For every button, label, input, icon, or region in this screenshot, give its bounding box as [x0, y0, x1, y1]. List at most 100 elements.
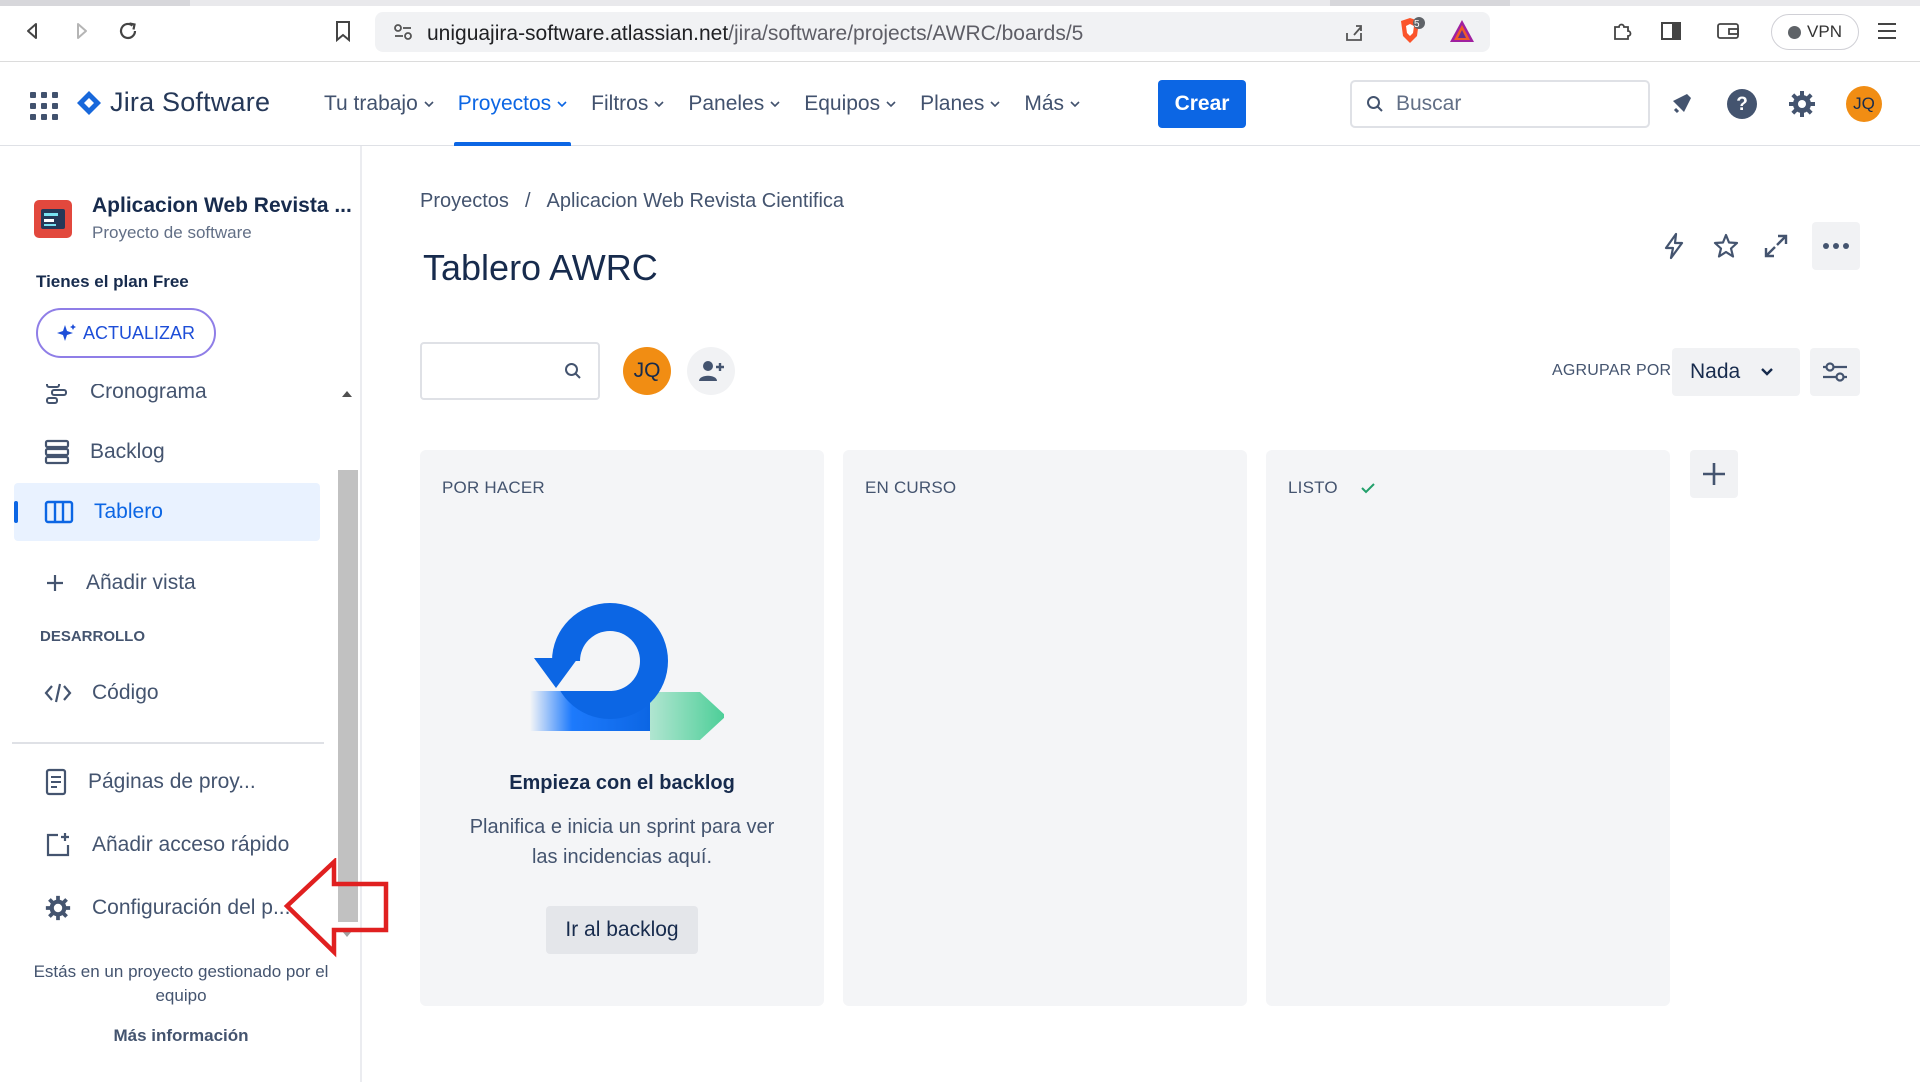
group-by-select[interactable]: Nada	[1672, 348, 1800, 396]
nav-filtros[interactable]: Filtros	[579, 62, 676, 146]
upgrade-label: ACTUALIZAR	[82, 322, 196, 343]
sidebar-scroll-thumb[interactable]	[338, 470, 358, 922]
expand-icon	[1764, 234, 1788, 258]
primary-nav: Tu trabajo Proyectos Filtros Paneles Equ…	[312, 62, 1092, 146]
section-heading-desarrollo: DESARROLLO	[40, 628, 145, 645]
megaphone-icon	[1673, 94, 1691, 114]
reload-button[interactable]	[113, 16, 143, 46]
nav-paneles[interactable]: Paneles	[676, 62, 792, 146]
reload-icon	[119, 22, 137, 40]
project-avatar-icon	[34, 200, 72, 238]
search-placeholder: Buscar	[1396, 92, 1462, 115]
gear-icon	[45, 895, 71, 921]
upgrade-button[interactable]: ACTUALIZAR	[36, 308, 216, 358]
extensions-button[interactable]	[1607, 16, 1637, 46]
more-info-link[interactable]: Más información	[14, 1026, 348, 1046]
browser-menu-button[interactable]	[1872, 16, 1902, 46]
star-button[interactable]	[1702, 222, 1750, 270]
nav-equipos[interactable]: Equipos	[792, 62, 908, 146]
board-column-todo: POR HACER Empieza con el backlog Planifi…	[420, 450, 824, 1006]
wallet-button[interactable]	[1713, 16, 1743, 46]
breadcrumb-projects[interactable]: Proyectos	[420, 190, 509, 213]
create-button[interactable]: Crear	[1158, 80, 1246, 128]
column-title: EN CURSO	[865, 478, 957, 497]
sidebar-item-cronograma[interactable]: Cronograma	[14, 384, 320, 421]
brave-rewards-button[interactable]	[1447, 16, 1477, 46]
search-icon	[1367, 96, 1383, 112]
hamburger-icon	[1878, 23, 1896, 39]
timeline-icon	[46, 384, 67, 404]
sidebar-item-project-settings[interactable]: Configuración del p...	[14, 879, 320, 928]
fullscreen-button[interactable]	[1752, 222, 1800, 270]
global-search-input[interactable]: Buscar	[1350, 80, 1650, 128]
jira-diamond-icon	[77, 90, 101, 115]
sidebar-toggle-button[interactable]	[1656, 16, 1686, 46]
gear-icon	[1789, 91, 1815, 117]
back-button[interactable]	[18, 16, 48, 46]
sliders-icon	[1823, 362, 1847, 382]
more-actions-button[interactable]	[1812, 222, 1860, 270]
svg-text:?: ?	[1736, 94, 1748, 115]
go-to-backlog-button[interactable]: Ir al backlog	[546, 906, 698, 954]
share-icon	[1346, 25, 1362, 41]
chevron-down-icon	[1070, 101, 1080, 108]
nav-tu-trabajo[interactable]: Tu trabajo	[312, 62, 446, 146]
help-button[interactable]: ?	[1722, 84, 1762, 124]
board-search-input[interactable]	[420, 342, 600, 400]
sidebar-nav-list: Cronograma Backlog Tablero Añadir vista …	[0, 384, 332, 928]
notifications-button[interactable]	[1662, 84, 1702, 124]
user-avatar[interactable]: JQ	[1846, 86, 1882, 122]
nav-proyectos[interactable]: Proyectos	[446, 62, 579, 146]
board-column-in-progress: EN CURSO	[843, 450, 1247, 1006]
chevron-down-icon	[1761, 368, 1774, 376]
site-settings-icon	[394, 24, 412, 40]
board-icon	[44, 500, 74, 524]
app-switcher-icon[interactable]	[30, 92, 58, 120]
sidebar-item-pages[interactable]: Páginas de proy...	[14, 753, 320, 811]
add-person-icon	[699, 361, 724, 381]
board-column-done: LISTO	[1266, 450, 1670, 1006]
sidebar-item-add-view[interactable]: Añadir vista	[14, 554, 320, 612]
add-people-button[interactable]	[687, 347, 735, 395]
bookmark-button[interactable]	[328, 16, 358, 46]
sidebar-item-label: Páginas de proy...	[88, 770, 256, 793]
sidebar-footer-text: Estás en un proyecto gestionado por el e…	[33, 962, 329, 1005]
bookmark-icon	[336, 21, 350, 42]
shield-badge: 5	[1414, 19, 1420, 30]
breadcrumb-project[interactable]: Aplicacion Web Revista Cientifica	[547, 190, 845, 213]
vpn-status-icon	[1788, 25, 1802, 39]
brave-shields-button[interactable]: 5	[1395, 16, 1425, 46]
sidebar-item-backlog[interactable]: Backlog	[14, 423, 320, 481]
address-bar[interactable]: uniguajira-software.atlassian.net/jira/s…	[375, 12, 1490, 52]
vpn-button[interactable]: VPN	[1771, 14, 1859, 50]
more-icon	[1823, 243, 1849, 249]
nav-planes[interactable]: Planes	[908, 62, 1012, 146]
column-title: POR HACER	[442, 478, 545, 497]
sidebar-icon	[1661, 22, 1681, 40]
chevron-down-icon	[990, 101, 1000, 108]
forward-button[interactable]	[66, 16, 96, 46]
settings-button[interactable]	[1782, 84, 1822, 124]
sparkle-icon	[56, 324, 76, 341]
page-title: Tablero AWRC	[423, 247, 658, 288]
sidebar-item-tablero[interactable]: Tablero	[14, 483, 320, 541]
nav-mas[interactable]: Más	[1012, 62, 1092, 146]
jira-logo[interactable]: Jira Software	[76, 87, 270, 118]
view-settings-button[interactable]	[1810, 348, 1860, 396]
project-header[interactable]: Aplicacion Web Revista ... Proyecto de s…	[34, 194, 352, 243]
sidebar-item-codigo[interactable]: Código	[14, 664, 320, 722]
sidebar-item-add-shortcut[interactable]: Añadir acceso rápido	[14, 816, 320, 874]
forward-icon	[77, 23, 87, 39]
assignee-avatar-filter[interactable]: JQ	[623, 347, 671, 395]
add-column-button[interactable]	[1690, 450, 1738, 498]
search-icon	[565, 363, 581, 379]
page-icon	[45, 768, 67, 796]
chevron-down-icon	[654, 101, 664, 108]
url-text: uniguajira-software.atlassian.net/jira/s…	[427, 22, 1084, 45]
browser-tab-strip	[0, 0, 1920, 6]
sidebar-item-label: Añadir acceso rápido	[92, 833, 290, 856]
automation-button[interactable]	[1650, 222, 1698, 270]
code-icon	[44, 683, 72, 703]
project-name: Aplicacion Web Revista ...	[92, 194, 352, 217]
sidebar-divider	[12, 742, 324, 744]
